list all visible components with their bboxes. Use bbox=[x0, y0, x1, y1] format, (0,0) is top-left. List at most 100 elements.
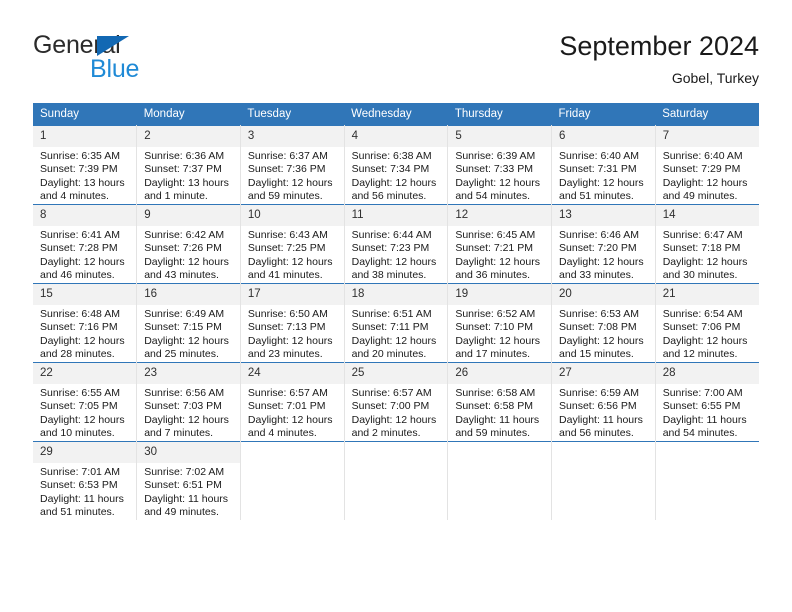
day-number: 24 bbox=[240, 363, 344, 384]
sunset-text: Sunset: 7:08 PM bbox=[559, 321, 637, 334]
daylight-text-line1: Daylight: 12 hours bbox=[559, 176, 644, 189]
daylight-text-line2: and 41 minutes. bbox=[247, 269, 323, 282]
day-cell[interactable]: 10 Sunrise: 6:43 AM Sunset: 7:25 PM Dayl… bbox=[240, 204, 345, 284]
calendar-header-row-group: Sunday Monday Tuesday Wednesday Thursday… bbox=[33, 103, 759, 126]
day-info: Sunrise: 6:42 AM Sunset: 7:26 PM Dayligh… bbox=[137, 226, 240, 283]
day-cell[interactable]: 4 Sunrise: 6:38 AM Sunset: 7:34 PM Dayli… bbox=[344, 125, 449, 205]
daylight-text-line1: Daylight: 12 hours bbox=[40, 413, 125, 426]
daylight-text-line1: Daylight: 12 hours bbox=[559, 255, 644, 268]
day-number: 28 bbox=[655, 363, 759, 384]
sunset-text: Sunset: 7:31 PM bbox=[559, 163, 637, 176]
day-number: 7 bbox=[655, 126, 759, 147]
day-cell[interactable]: 29 Sunrise: 7:01 AM Sunset: 6:53 PM Dayl… bbox=[33, 441, 138, 520]
daylight-text-line1: Daylight: 12 hours bbox=[351, 334, 437, 347]
daylight-text-line1: Daylight: 12 hours bbox=[40, 334, 125, 347]
day-info: Sunrise: 6:46 AM Sunset: 7:20 PM Dayligh… bbox=[552, 226, 655, 283]
day-cell[interactable]: 2 Sunrise: 6:36 AM Sunset: 7:37 PM Dayli… bbox=[136, 125, 241, 205]
day-cell[interactable]: 7 Sunrise: 6:40 AM Sunset: 7:29 PM Dayli… bbox=[655, 125, 759, 205]
daylight-text-line2: and 1 minute. bbox=[144, 190, 208, 203]
weekday-header-wednesday: Wednesday bbox=[344, 103, 448, 126]
daylight-text-line1: Daylight: 12 hours bbox=[144, 334, 229, 347]
day-info: Sunrise: 6:39 AM Sunset: 7:33 PM Dayligh… bbox=[448, 147, 551, 204]
daylight-text-line2: and 25 minutes. bbox=[144, 348, 219, 361]
day-cell[interactable]: 12 Sunrise: 6:45 AM Sunset: 7:21 PM Dayl… bbox=[447, 204, 553, 284]
day-number: 30 bbox=[137, 442, 240, 463]
sunrise-text: Sunrise: 6:49 AM bbox=[144, 308, 225, 320]
sunrise-text: Sunrise: 6:58 AM bbox=[455, 387, 536, 399]
day-cell[interactable]: 8 Sunrise: 6:41 AM Sunset: 7:28 PM Dayli… bbox=[33, 204, 138, 284]
day-number: 2 bbox=[137, 126, 240, 147]
day-cell[interactable]: 20 Sunrise: 6:53 AM Sunset: 7:08 PM Dayl… bbox=[551, 283, 656, 363]
day-cell[interactable]: 22 Sunrise: 6:55 AM Sunset: 7:05 PM Dayl… bbox=[33, 362, 138, 442]
day-number bbox=[448, 442, 551, 463]
day-cell[interactable]: 21 Sunrise: 6:54 AM Sunset: 7:06 PM Dayl… bbox=[655, 283, 759, 363]
day-cell[interactable]: 30 Sunrise: 7:02 AM Sunset: 6:51 PM Dayl… bbox=[136, 441, 241, 520]
daylight-text-line2: and 49 minutes. bbox=[662, 190, 738, 203]
day-cell[interactable]: 14 Sunrise: 6:47 AM Sunset: 7:18 PM Dayl… bbox=[655, 204, 759, 284]
day-cell-empty bbox=[447, 441, 553, 520]
day-cell[interactable]: 6 Sunrise: 6:40 AM Sunset: 7:31 PM Dayli… bbox=[551, 125, 656, 205]
day-cell[interactable]: 23 Sunrise: 6:56 AM Sunset: 7:03 PM Dayl… bbox=[136, 362, 241, 442]
day-cell[interactable]: 1 Sunrise: 6:35 AM Sunset: 7:39 PM Dayli… bbox=[33, 125, 138, 205]
daylight-text-line1: Daylight: 12 hours bbox=[351, 176, 437, 189]
day-number: 5 bbox=[448, 126, 552, 147]
day-cell[interactable]: 15 Sunrise: 6:48 AM Sunset: 7:16 PM Dayl… bbox=[33, 283, 138, 363]
day-info: Sunrise: 6:57 AM Sunset: 7:01 PM Dayligh… bbox=[241, 384, 344, 441]
day-cell[interactable]: 18 Sunrise: 6:51 AM Sunset: 7:11 PM Dayl… bbox=[344, 283, 449, 363]
day-number: 12 bbox=[448, 205, 552, 226]
day-cell[interactable]: 26 Sunrise: 6:58 AM Sunset: 6:58 PM Dayl… bbox=[447, 362, 553, 442]
day-cell[interactable]: 25 Sunrise: 6:57 AM Sunset: 7:00 PM Dayl… bbox=[344, 362, 449, 442]
day-number: 17 bbox=[240, 284, 344, 305]
daylight-text-line2: and 49 minutes. bbox=[144, 506, 219, 519]
day-number: 29 bbox=[33, 442, 137, 463]
day-number: 8 bbox=[33, 205, 137, 226]
day-info: Sunrise: 7:01 AM Sunset: 6:53 PM Dayligh… bbox=[33, 463, 136, 520]
day-cell[interactable]: 28 Sunrise: 7:00 AM Sunset: 6:55 PM Dayl… bbox=[655, 362, 759, 442]
day-cell[interactable]: 16 Sunrise: 6:49 AM Sunset: 7:15 PM Dayl… bbox=[136, 283, 241, 363]
day-info: Sunrise: 6:50 AM Sunset: 7:13 PM Dayligh… bbox=[241, 305, 344, 362]
day-number: 1 bbox=[33, 126, 137, 147]
day-cell[interactable]: 19 Sunrise: 6:52 AM Sunset: 7:10 PM Dayl… bbox=[447, 283, 553, 363]
day-cell[interactable]: 11 Sunrise: 6:44 AM Sunset: 7:23 PM Dayl… bbox=[344, 204, 449, 284]
daylight-text-line1: Daylight: 12 hours bbox=[40, 255, 125, 268]
day-number: 20 bbox=[552, 284, 655, 305]
daylight-text-line1: Daylight: 12 hours bbox=[247, 334, 333, 347]
day-number: 10 bbox=[240, 205, 344, 226]
day-number: 3 bbox=[240, 126, 344, 147]
daylight-text-line2: and 10 minutes. bbox=[40, 427, 115, 440]
sunrise-text: Sunrise: 6:35 AM bbox=[40, 150, 120, 162]
general-blue-logo[interactable]: General Blue bbox=[33, 33, 173, 83]
sunrise-text: Sunrise: 6:56 AM bbox=[144, 387, 225, 399]
weekday-header-saturday: Saturday bbox=[655, 103, 759, 126]
day-cell[interactable]: 5 Sunrise: 6:39 AM Sunset: 7:33 PM Dayli… bbox=[447, 125, 553, 205]
day-info: Sunrise: 7:02 AM Sunset: 6:51 PM Dayligh… bbox=[137, 463, 240, 520]
weekday-header-thursday: Thursday bbox=[447, 103, 552, 126]
day-cell[interactable]: 3 Sunrise: 6:37 AM Sunset: 7:36 PM Dayli… bbox=[240, 125, 345, 205]
sunrise-text: Sunrise: 6:45 AM bbox=[455, 229, 536, 241]
day-cell[interactable]: 17 Sunrise: 6:50 AM Sunset: 7:13 PM Dayl… bbox=[240, 283, 345, 363]
day-info: Sunrise: 6:54 AM Sunset: 7:06 PM Dayligh… bbox=[656, 305, 759, 362]
day-cell[interactable]: 24 Sunrise: 6:57 AM Sunset: 7:01 PM Dayl… bbox=[240, 362, 345, 442]
sunset-text: Sunset: 7:11 PM bbox=[351, 321, 429, 334]
day-number: 22 bbox=[33, 363, 137, 384]
day-number: 21 bbox=[655, 284, 759, 305]
daylight-text-line2: and 4 minutes. bbox=[247, 427, 317, 440]
calendar-week-row: 1 Sunrise: 6:35 AM Sunset: 7:39 PM Dayli… bbox=[33, 125, 759, 205]
calendar-week-row: 22 Sunrise: 6:55 AM Sunset: 7:05 PM Dayl… bbox=[33, 362, 759, 442]
daylight-text-line1: Daylight: 12 hours bbox=[247, 176, 333, 189]
day-number: 27 bbox=[552, 363, 655, 384]
weekday-header-monday: Monday bbox=[136, 103, 241, 126]
daylight-text-line1: Daylight: 12 hours bbox=[455, 334, 540, 347]
day-info: Sunrise: 6:40 AM Sunset: 7:31 PM Dayligh… bbox=[552, 147, 655, 204]
sunrise-text: Sunrise: 6:44 AM bbox=[351, 229, 432, 241]
day-info: Sunrise: 6:51 AM Sunset: 7:11 PM Dayligh… bbox=[345, 305, 448, 362]
day-cell[interactable]: 13 Sunrise: 6:46 AM Sunset: 7:20 PM Dayl… bbox=[551, 204, 656, 284]
day-cell-empty bbox=[551, 441, 656, 520]
sunset-text: Sunset: 7:18 PM bbox=[662, 242, 741, 255]
day-cell[interactable]: 27 Sunrise: 6:59 AM Sunset: 6:56 PM Dayl… bbox=[551, 362, 656, 442]
day-cell[interactable]: 9 Sunrise: 6:42 AM Sunset: 7:26 PM Dayli… bbox=[136, 204, 241, 284]
daylight-text-line1: Daylight: 11 hours bbox=[455, 413, 540, 426]
sunset-text: Sunset: 7:01 PM bbox=[247, 400, 326, 413]
sunset-text: Sunset: 6:53 PM bbox=[40, 479, 118, 492]
sunrise-text: Sunrise: 6:41 AM bbox=[40, 229, 120, 241]
